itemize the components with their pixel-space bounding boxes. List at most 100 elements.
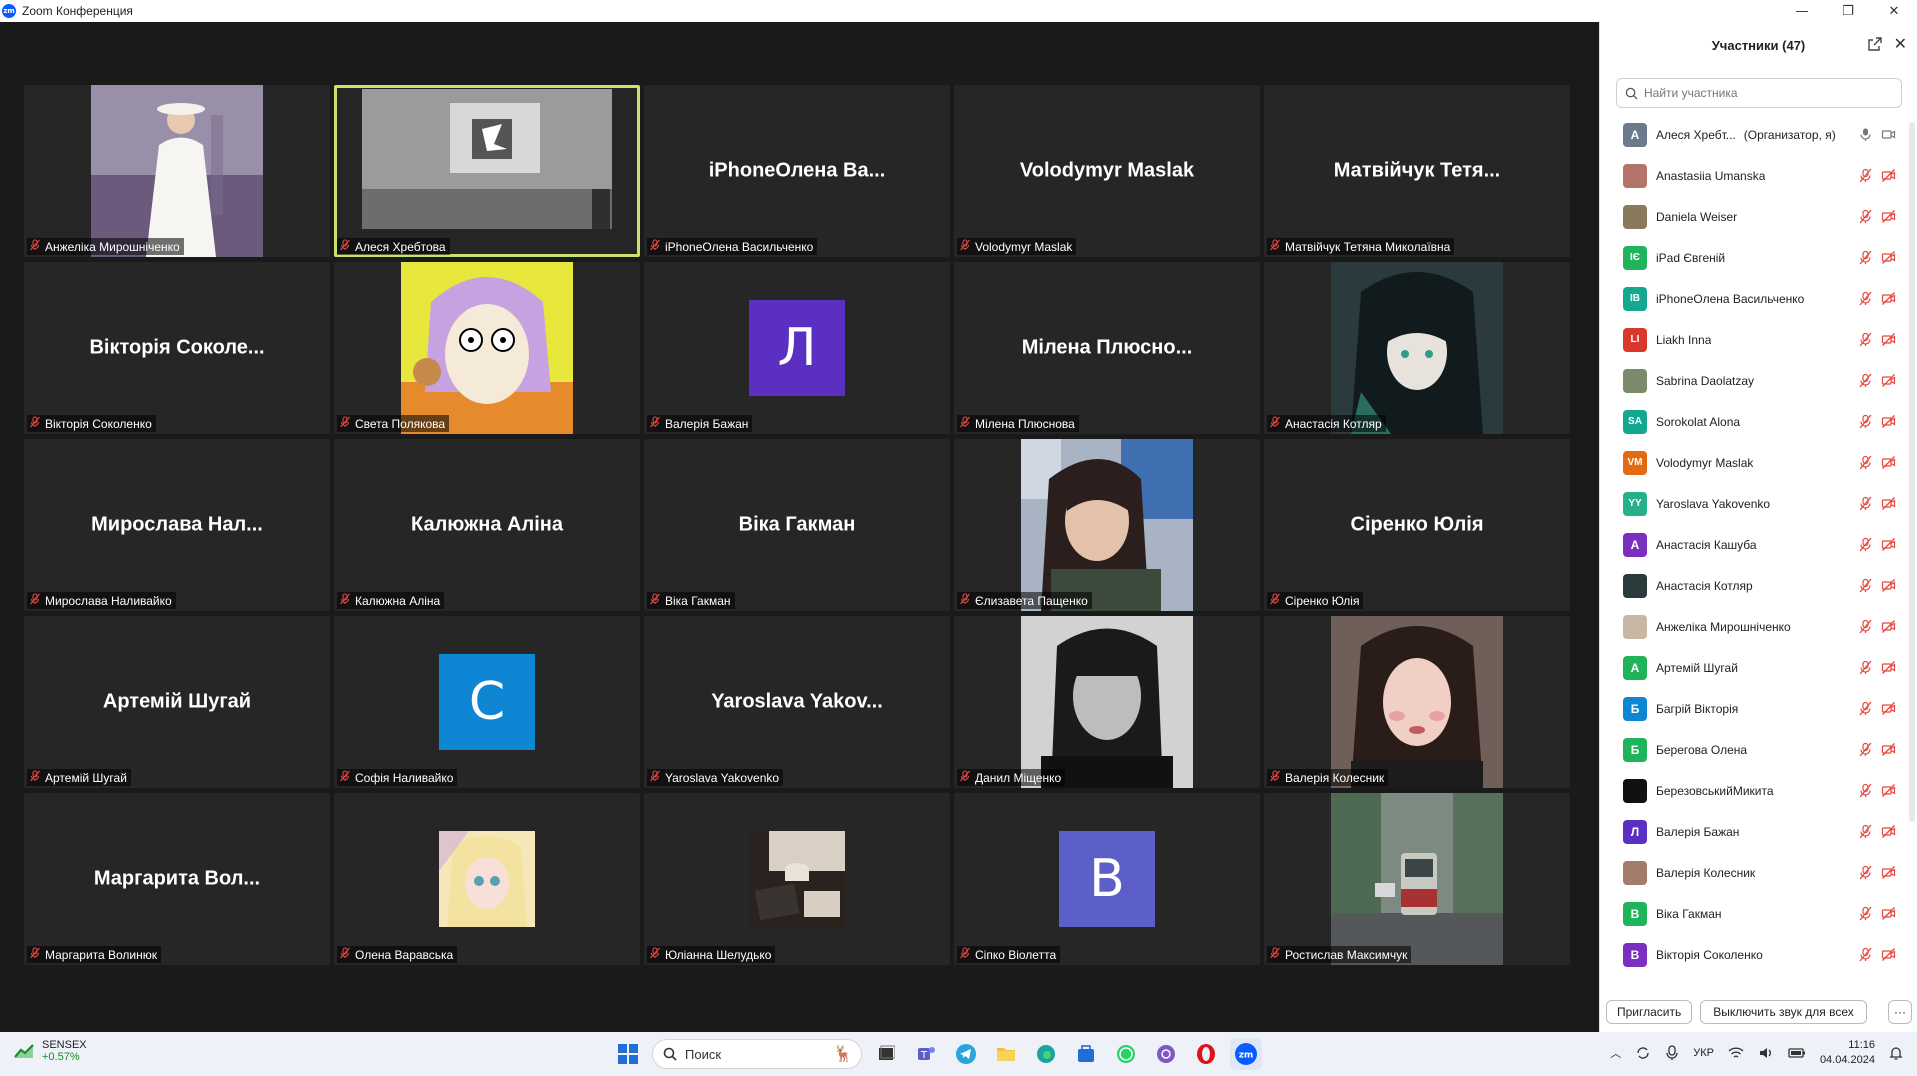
muted-mic-icon[interactable] [1858,619,1873,634]
mic-icon[interactable] [1858,127,1873,142]
video-off-icon[interactable] [1881,168,1896,183]
video-off-icon[interactable] [1881,660,1896,675]
mute-all-button[interactable]: Выключить звук для всех [1700,1000,1867,1024]
video-off-icon[interactable] [1881,291,1896,306]
video-off-icon[interactable] [1881,537,1896,552]
muted-mic-icon[interactable] [1858,660,1873,675]
participant-row[interactable]: YY Yaroslava Yakovenko [1600,483,1917,524]
participant-row[interactable]: А Артемій Шугай [1600,647,1917,688]
teams-icon[interactable]: T [910,1038,942,1070]
video-off-icon[interactable] [1881,619,1896,634]
participant-row[interactable]: Анастасія Котляр [1600,565,1917,606]
video-tile[interactable]: Алеся Хребтова [334,85,640,257]
more-options-button[interactable]: ··· [1888,1000,1912,1024]
show-hidden-icons-icon[interactable]: ︿ [1610,1045,1621,1061]
video-off-icon[interactable] [1881,250,1896,265]
muted-mic-icon[interactable] [1858,701,1873,716]
participant-row[interactable]: Б Берегова Олена [1600,729,1917,770]
video-off-icon[interactable] [1881,783,1896,798]
video-tile[interactable]: Мілена Плюсно... Мілена Плюснова [954,262,1260,434]
participant-row[interactable]: Л Валерія Бажан [1600,811,1917,852]
video-off-icon[interactable] [1881,947,1896,962]
video-tile[interactable]: Данил Міщенко [954,616,1260,788]
maximize-button[interactable]: ❐ [1825,0,1871,22]
participant-list-scrollbar[interactable] [1909,122,1915,822]
participant-search[interactable] [1616,78,1902,108]
muted-mic-icon[interactable] [1858,332,1873,347]
video-off-icon[interactable] [1881,906,1896,921]
muted-mic-icon[interactable] [1858,865,1873,880]
muted-mic-icon[interactable] [1858,742,1873,757]
close-button[interactable]: ✕ [1871,0,1917,22]
muted-mic-icon[interactable] [1858,291,1873,306]
video-tile[interactable]: Юліанна Шелудько [644,793,950,965]
video-off-icon[interactable] [1881,496,1896,511]
video-icon[interactable] [1881,127,1896,142]
popout-icon[interactable] [1867,36,1883,52]
video-tile[interactable]: Света Полякова [334,262,640,434]
participant-row[interactable]: LI Liakh Inna [1600,319,1917,360]
participant-search-input[interactable] [1644,86,1884,100]
close-panel-icon[interactable]: ✕ [1894,34,1907,53]
video-tile[interactable]: Віка Гакман Віка Гакман [644,439,950,611]
telegram-icon[interactable] [950,1038,982,1070]
participant-row[interactable]: А Анастасія Кашуба [1600,524,1917,565]
video-off-icon[interactable] [1881,332,1896,347]
video-off-icon[interactable] [1881,824,1896,839]
notifications-icon[interactable] [1889,1045,1903,1061]
keyboard-language[interactable]: УКР [1693,1047,1714,1059]
video-tile[interactable]: Л Валерія Бажан [644,262,950,434]
participant-row[interactable]: Daniela Weiser [1600,196,1917,237]
muted-mic-icon[interactable] [1858,824,1873,839]
muted-mic-icon[interactable] [1858,537,1873,552]
video-tile[interactable]: Volodymyr Maslak Volodymyr Maslak [954,85,1260,257]
file-explorer-icon[interactable] [990,1038,1022,1070]
participant-row[interactable]: VM Volodymyr Maslak [1600,442,1917,483]
participant-row[interactable]: Анжеліка Мирошніченко [1600,606,1917,647]
video-tile[interactable]: Маргарита Вол... Маргарита Волинюк [24,793,330,965]
muted-mic-icon[interactable] [1858,414,1873,429]
wifi-icon[interactable] [1728,1046,1744,1060]
sync-icon[interactable] [1635,1045,1651,1061]
participant-row[interactable]: Anastasiia Umanska [1600,155,1917,196]
battery-icon[interactable] [1788,1047,1806,1059]
video-tile[interactable]: iPhoneОлена Ва... iPhoneОлена Васильченко [644,85,950,257]
video-tile[interactable]: Yaroslava Yakov... Yaroslava Yakovenko [644,616,950,788]
muted-mic-icon[interactable] [1858,496,1873,511]
video-tile[interactable]: Вікторія Соколе... Вікторія Соколенко [24,262,330,434]
participant-row[interactable]: IB iPhoneОлена Васильченко [1600,278,1917,319]
video-off-icon[interactable] [1881,865,1896,880]
video-tile[interactable]: Калюжна Аліна Калюжна Аліна [334,439,640,611]
video-tile[interactable]: Анастасія Котляр [1264,262,1570,434]
store-icon[interactable] [1070,1038,1102,1070]
taskbar-search[interactable]: Поиск 🦌 [652,1039,862,1069]
minimize-button[interactable]: — [1779,0,1825,22]
muted-mic-icon[interactable] [1858,783,1873,798]
stock-widget[interactable]: SENSEX +0.57% [14,1039,87,1063]
participant-row[interactable]: А Алеся Хребт... (Организатор, я) [1600,114,1917,155]
video-off-icon[interactable] [1881,742,1896,757]
participant-row[interactable]: Б Багрій Вікторія [1600,688,1917,729]
edge-browser-icon[interactable] [1030,1038,1062,1070]
video-off-icon[interactable] [1881,373,1896,388]
video-tile[interactable]: Матвійчук Тетя... Матвійчук Тетяна Микола… [1264,85,1570,257]
participant-row[interactable]: БерезовськийМикита [1600,770,1917,811]
video-tile[interactable]: Анжеліка Мирошніченко [24,85,330,257]
video-tile[interactable]: Єлизавета Пащенко [954,439,1260,611]
muted-mic-icon[interactable] [1858,168,1873,183]
windows-start-icon[interactable] [612,1038,644,1070]
participant-row[interactable]: SA Sorokolat Alona [1600,401,1917,442]
video-tile[interactable]: Сіренко Юлія Сіренко Юлія [1264,439,1570,611]
video-tile[interactable]: Валерія Колесник [1264,616,1570,788]
muted-mic-icon[interactable] [1858,455,1873,470]
participant-row[interactable]: Валерія Колесник [1600,852,1917,893]
video-off-icon[interactable] [1881,455,1896,470]
zoom-taskbar-icon[interactable]: zm [1230,1038,1262,1070]
video-tile[interactable]: Артемій Шугай Артемій Шугай [24,616,330,788]
opera-icon[interactable] [1190,1038,1222,1070]
video-off-icon[interactable] [1881,209,1896,224]
video-tile[interactable]: В Сіпко Віолетта [954,793,1260,965]
microphone-icon[interactable] [1665,1045,1679,1061]
video-off-icon[interactable] [1881,414,1896,429]
invite-button[interactable]: Пригласить [1606,1000,1693,1024]
